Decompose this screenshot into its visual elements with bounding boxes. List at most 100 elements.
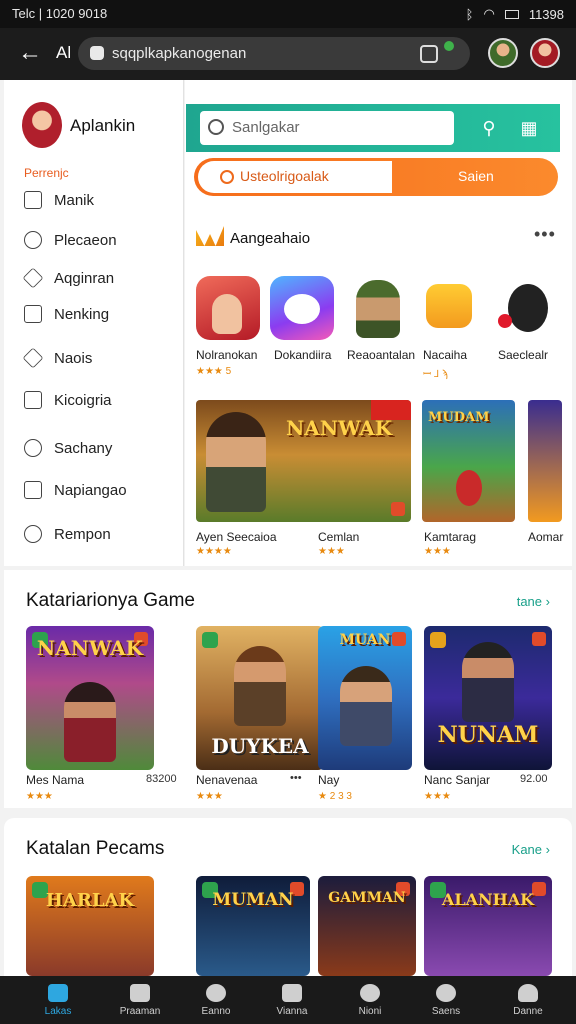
sidebar-item-plecaeon[interactable]: Plecaeon	[24, 226, 174, 254]
folder-icon	[24, 391, 42, 409]
sidebar-section-label: Perrenjc	[24, 166, 69, 180]
circle-icon	[24, 439, 42, 457]
nav-label: Saens	[431, 1006, 461, 1017]
notification-icon	[360, 984, 380, 1002]
sidebar-item-label: Manik	[54, 191, 95, 209]
search-icon[interactable]: ⚲	[478, 117, 500, 139]
nav-item-praaman[interactable]: Praaman	[104, 976, 176, 1024]
nav-label: Danne	[513, 1006, 543, 1017]
sidebar-item-rempon[interactable]: Rempon	[24, 520, 174, 548]
game-banner[interactable]: NANWAK	[196, 400, 411, 522]
more-options-icon[interactable]: •••	[290, 772, 302, 784]
nav-item-eanno[interactable]: Eanno	[180, 976, 252, 1024]
promo-button[interactable]: Saien	[458, 168, 494, 184]
tabs-icon[interactable]	[420, 45, 438, 63]
sidebar-item-aqginran[interactable]: Aqginran	[22, 264, 174, 292]
game-card[interactable]: NANWAK	[26, 626, 154, 770]
card-title: HARLAK	[45, 890, 135, 911]
game-card[interactable]: NUNAM	[424, 626, 552, 770]
game-banner[interactable]: MUDAM	[422, 400, 515, 522]
page-prefix: Al	[56, 43, 72, 62]
status-time: Telc | 1020 9018	[12, 6, 108, 21]
app-name: Saeclealr	[498, 348, 549, 362]
card-name: Nanc Sanjar	[424, 773, 491, 787]
card-name: Nay	[318, 773, 340, 787]
profile-icon	[518, 984, 538, 1002]
profile-avatar[interactable]	[530, 38, 560, 68]
grid-icon[interactable]: ▦	[518, 117, 540, 139]
game-card[interactable]: MUMAN	[196, 876, 310, 976]
search-icon	[436, 984, 456, 1002]
nav-label: Lakas	[44, 1006, 72, 1017]
sidebar-item-label: Aqginran	[54, 269, 115, 287]
address-bar[interactable]: sqqplkapkanogenan	[78, 37, 470, 70]
app-name: Dokandiira	[274, 348, 332, 362]
sidebar-title: Aplankin	[70, 116, 136, 135]
section-see-all-link[interactable]: tane ›	[517, 594, 550, 609]
status-right: 11398	[528, 6, 564, 22]
link-label: tane	[516, 594, 543, 609]
sidebar-item-sachany[interactable]: Sachany	[24, 434, 174, 462]
app-name: Nacaiha	[423, 348, 468, 362]
app-name: Reaoantalan	[347, 348, 416, 362]
app-icon[interactable]	[420, 276, 484, 340]
sidebar-item-napiangao[interactable]: Napiangao	[24, 476, 174, 504]
app-name: Nolranokan	[196, 348, 258, 362]
sidebar-item-label: Napiangao	[54, 481, 127, 499]
search-input[interactable]: Sanlgakar	[200, 111, 454, 145]
site-info-icon[interactable]	[90, 46, 104, 60]
banner-title: MUDAM	[428, 410, 490, 425]
search-bar: Sanlgakar ⚲ ▦	[186, 104, 560, 152]
ribbon-badge	[371, 400, 411, 420]
game-card[interactable]: ALANHAK	[424, 876, 552, 976]
search-placeholder: Sanlgakar	[232, 119, 300, 136]
badge-icon	[430, 632, 446, 648]
nav-label: Eanno	[201, 1006, 231, 1017]
search-icon	[208, 119, 224, 135]
hero-figure	[462, 642, 514, 722]
sidebar-item-naois[interactable]: Naois	[22, 344, 174, 372]
sidebar-item-manik[interactable]: Manik	[24, 186, 174, 214]
back-arrow-icon[interactable]: ←	[18, 38, 48, 68]
battery-icon	[504, 9, 519, 19]
sidebar-item-nenking[interactable]: Nenking	[24, 300, 174, 328]
card-title: GAMMAN	[328, 890, 406, 906]
nav-item-vianna[interactable]: Vianna	[256, 976, 328, 1024]
nav-item-saens[interactable]: Saens	[410, 976, 482, 1024]
square-icon	[24, 191, 42, 209]
game-card[interactable]: DUYKEA	[196, 626, 324, 770]
app-icon[interactable]	[346, 276, 410, 340]
document-icon	[24, 305, 42, 323]
nav-item-nioni[interactable]: Nioni	[334, 976, 406, 1024]
smiley-icon	[24, 231, 42, 249]
sidebar-avatar[interactable]	[22, 102, 62, 148]
url-text[interactable]: sqqplkapkanogenan	[112, 45, 246, 62]
card-title: MUMAN	[212, 890, 294, 910]
sidebar: Aplankin Perrenjc Manik Plecaeon Aqginra…	[4, 80, 184, 566]
app-icon[interactable]	[494, 276, 558, 340]
hero-figure	[234, 646, 286, 726]
link-label: Kane	[511, 842, 543, 857]
game-banner[interactable]	[528, 400, 562, 522]
sidebar-item-label: Nenking	[54, 305, 110, 323]
sidebar-item-label: Kicoigria	[54, 391, 112, 409]
card-title: NANWAK	[36, 636, 144, 660]
app-icon[interactable]	[270, 276, 334, 340]
app-icon[interactable]	[196, 276, 260, 340]
section-see-all-link[interactable]: Kane ›	[512, 842, 550, 857]
nav-item-lakas[interactable]: Lakas	[22, 976, 94, 1024]
promo-input[interactable]: Usteolrigoalak	[198, 161, 392, 193]
gear-icon	[22, 267, 44, 289]
card-title: NUNAM	[437, 722, 539, 748]
more-options-icon[interactable]: •••	[534, 224, 556, 245]
wifi-icon: ◠	[483, 6, 495, 21]
banner-rating: ★★★★	[196, 546, 232, 557]
game-card[interactable]: HARLAK	[26, 876, 154, 976]
bluetooth-icon: ᛒ	[465, 6, 474, 22]
game-card[interactable]: MUAN	[318, 626, 412, 770]
sidebar-item-kicoigria[interactable]: Kicoigria	[24, 386, 174, 414]
sidebar-item-label: Rempon	[54, 525, 111, 543]
nav-item-danne[interactable]: Danne	[492, 976, 564, 1024]
game-card[interactable]: GAMMAN	[318, 876, 416, 976]
avatar[interactable]	[488, 38, 518, 68]
